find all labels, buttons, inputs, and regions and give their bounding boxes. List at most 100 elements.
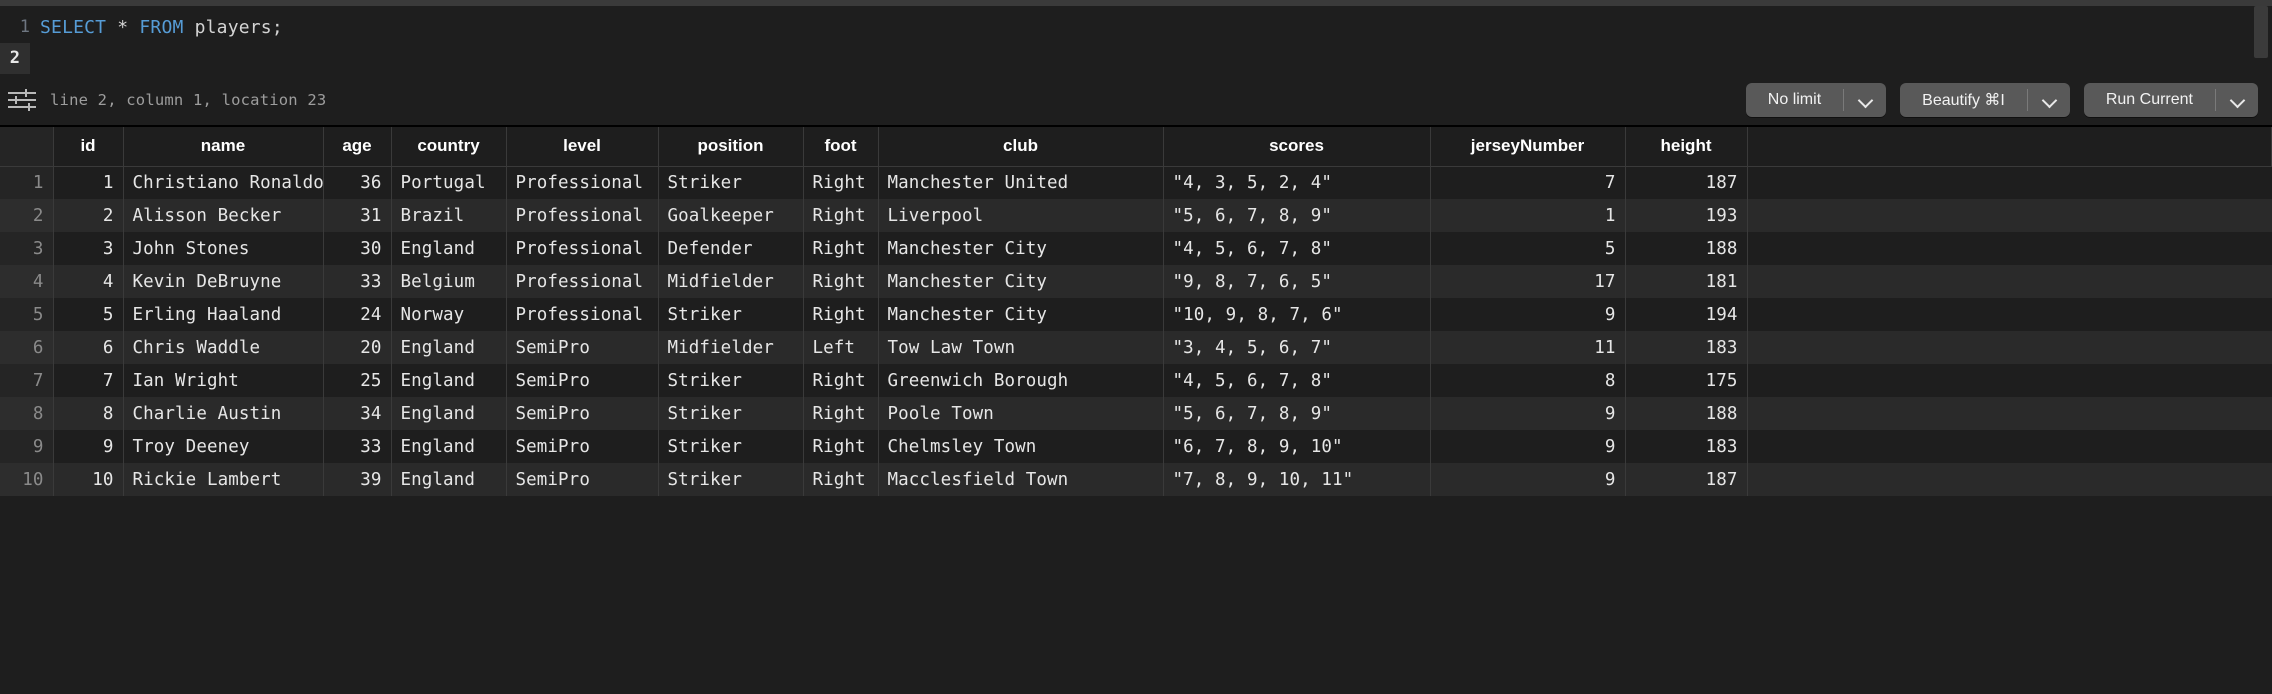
cell-country[interactable]: England <box>391 232 507 265</box>
cell-age[interactable]: 20 <box>323 331 392 364</box>
cell-jerseynumber[interactable]: 9 <box>1430 430 1626 463</box>
cell-country[interactable]: Portugal <box>391 166 507 199</box>
cell-jerseynumber[interactable]: 5 <box>1430 232 1626 265</box>
cell-club[interactable]: Tow Law Town <box>878 331 1164 364</box>
cell-height[interactable]: 183 <box>1625 331 1748 364</box>
table-row[interactable]: 1 1 Christiano Ronaldo 36 Portugal Profession… <box>0 166 2272 199</box>
cell-age[interactable]: 31 <box>323 199 392 232</box>
beautify-label[interactable]: Beautify ⌘I <box>1900 83 2027 117</box>
run-current-dropdown-toggle[interactable] <box>2216 83 2258 117</box>
cell-foot[interactable]: Right <box>803 364 879 397</box>
beautify-button[interactable]: Beautify ⌘I <box>1900 82 2070 117</box>
cell-height[interactable]: 188 <box>1625 397 1748 430</box>
table-row[interactable]: 6 6 Chris Waddle 20 England SemiPro Midfielder… <box>0 331 2272 364</box>
cell-scores[interactable]: "5, 6, 7, 8, 9" <box>1163 397 1431 430</box>
cell-id[interactable]: 10 <box>53 463 124 496</box>
cell-id[interactable]: 2 <box>53 199 124 232</box>
cell-level[interactable]: Professional <box>506 166 659 199</box>
cell-scores[interactable]: "6, 7, 8, 9, 10" <box>1163 430 1431 463</box>
cell-position[interactable]: Midfielder <box>658 331 804 364</box>
cell-jerseynumber[interactable]: 9 <box>1430 463 1626 496</box>
cell-foot[interactable]: Right <box>803 430 879 463</box>
cell-jerseynumber[interactable]: 11 <box>1430 331 1626 364</box>
table-row[interactable]: 8 8 Charlie Austin 34 England SemiPro Striker R… <box>0 397 2272 430</box>
cell-name[interactable]: Kevin DeBruyne <box>123 265 324 298</box>
sliders-icon[interactable] <box>8 88 36 111</box>
cell-scores[interactable]: "7, 8, 9, 10, 11" <box>1163 463 1431 496</box>
cell-scores[interactable]: "4, 3, 5, 2, 4" <box>1163 166 1431 199</box>
cell-jerseynumber[interactable]: 1 <box>1430 199 1626 232</box>
column-header-scores[interactable]: scores <box>1163 127 1431 167</box>
cell-level[interactable]: SemiPro <box>506 463 659 496</box>
column-header-country[interactable]: country <box>391 127 507 167</box>
cell-foot[interactable]: Left <box>803 331 879 364</box>
cell-level[interactable]: Professional <box>506 199 659 232</box>
cell-foot[interactable]: Right <box>803 232 879 265</box>
cell-position[interactable]: Striker <box>658 463 804 496</box>
cell-height[interactable]: 187 <box>1625 166 1748 199</box>
table-row[interactable]: 9 9 Troy Deeney 33 England SemiPro Striker Righ… <box>0 430 2272 463</box>
cell-name[interactable]: Charlie Austin <box>123 397 324 430</box>
cell-height[interactable]: 194 <box>1625 298 1748 331</box>
cell-name[interactable]: Ian Wright <box>123 364 324 397</box>
cell-country[interactable]: Belgium <box>391 265 507 298</box>
cell-level[interactable]: SemiPro <box>506 331 659 364</box>
table-row[interactable]: 3 3 John Stones 30 England Professional Defend… <box>0 232 2272 265</box>
table-row[interactable]: 4 4 Kevin DeBruyne 33 Belgium Professional Mid… <box>0 265 2272 298</box>
row-limit-dropdown-toggle[interactable] <box>1844 83 1886 117</box>
cell-club[interactable]: Macclesfield Town <box>878 463 1164 496</box>
cell-name[interactable]: Alisson Becker <box>123 199 324 232</box>
cell-position[interactable]: Striker <box>658 298 804 331</box>
cell-scores[interactable]: "10, 9, 8, 7, 6" <box>1163 298 1431 331</box>
column-header-name[interactable]: name <box>123 127 324 167</box>
cell-height[interactable]: 181 <box>1625 265 1748 298</box>
cell-height[interactable]: 188 <box>1625 232 1748 265</box>
table-row[interactable]: 7 7 Ian Wright 25 England SemiPro Striker Right… <box>0 364 2272 397</box>
cell-level[interactable]: SemiPro <box>506 397 659 430</box>
cell-club[interactable]: Manchester United <box>878 166 1164 199</box>
cell-club[interactable]: Chelmsley Town <box>878 430 1164 463</box>
cell-jerseynumber[interactable]: 8 <box>1430 364 1626 397</box>
cell-level[interactable]: Professional <box>506 265 659 298</box>
cell-height[interactable]: 193 <box>1625 199 1748 232</box>
cell-id[interactable]: 9 <box>53 430 124 463</box>
cell-name[interactable]: John Stones <box>123 232 324 265</box>
run-current-label[interactable]: Run Current <box>2084 83 2215 117</box>
cell-foot[interactable]: Right <box>803 298 879 331</box>
column-header-foot[interactable]: foot <box>803 127 879 167</box>
column-header-id[interactable]: id <box>53 127 124 167</box>
cell-club[interactable]: Liverpool <box>878 199 1164 232</box>
cell-age[interactable]: 33 <box>323 265 392 298</box>
cell-country[interactable]: Norway <box>391 298 507 331</box>
cell-id[interactable]: 4 <box>53 265 124 298</box>
cell-level[interactable]: Professional <box>506 298 659 331</box>
column-header-age[interactable]: age <box>323 127 392 167</box>
cell-id[interactable]: 7 <box>53 364 124 397</box>
cell-name[interactable]: Rickie Lambert <box>123 463 324 496</box>
column-header-height[interactable]: height <box>1625 127 1748 167</box>
cell-position[interactable]: Striker <box>658 166 804 199</box>
cell-club[interactable]: Manchester City <box>878 298 1164 331</box>
cell-country[interactable]: England <box>391 463 507 496</box>
cell-position[interactable]: Striker <box>658 430 804 463</box>
cell-jerseynumber[interactable]: 9 <box>1430 397 1626 430</box>
cell-level[interactable]: SemiPro <box>506 430 659 463</box>
cell-scores[interactable]: "9, 8, 7, 6, 5" <box>1163 265 1431 298</box>
column-header-level[interactable]: level <box>506 127 659 167</box>
cell-country[interactable]: England <box>391 364 507 397</box>
cell-name[interactable]: Chris Waddle <box>123 331 324 364</box>
cell-club[interactable]: Greenwich Borough <box>878 364 1164 397</box>
column-header-jerseynumber[interactable]: jerseyNumber <box>1430 127 1626 167</box>
cell-position[interactable]: Goalkeeper <box>658 199 804 232</box>
cell-height[interactable]: 175 <box>1625 364 1748 397</box>
cell-height[interactable]: 183 <box>1625 430 1748 463</box>
table-row[interactable]: 2 2 Alisson Becker 31 Brazil Professional Goal… <box>0 199 2272 232</box>
cell-name[interactable]: Troy Deeney <box>123 430 324 463</box>
cell-jerseynumber[interactable]: 7 <box>1430 166 1626 199</box>
cell-level[interactable]: Professional <box>506 232 659 265</box>
cell-id[interactable]: 3 <box>53 232 124 265</box>
table-row[interactable]: 5 5 Erling Haaland 24 Norway Professional Stri… <box>0 298 2272 331</box>
run-current-button[interactable]: Run Current <box>2083 82 2258 117</box>
cell-club[interactable]: Manchester City <box>878 265 1164 298</box>
cell-foot[interactable]: Right <box>803 199 879 232</box>
